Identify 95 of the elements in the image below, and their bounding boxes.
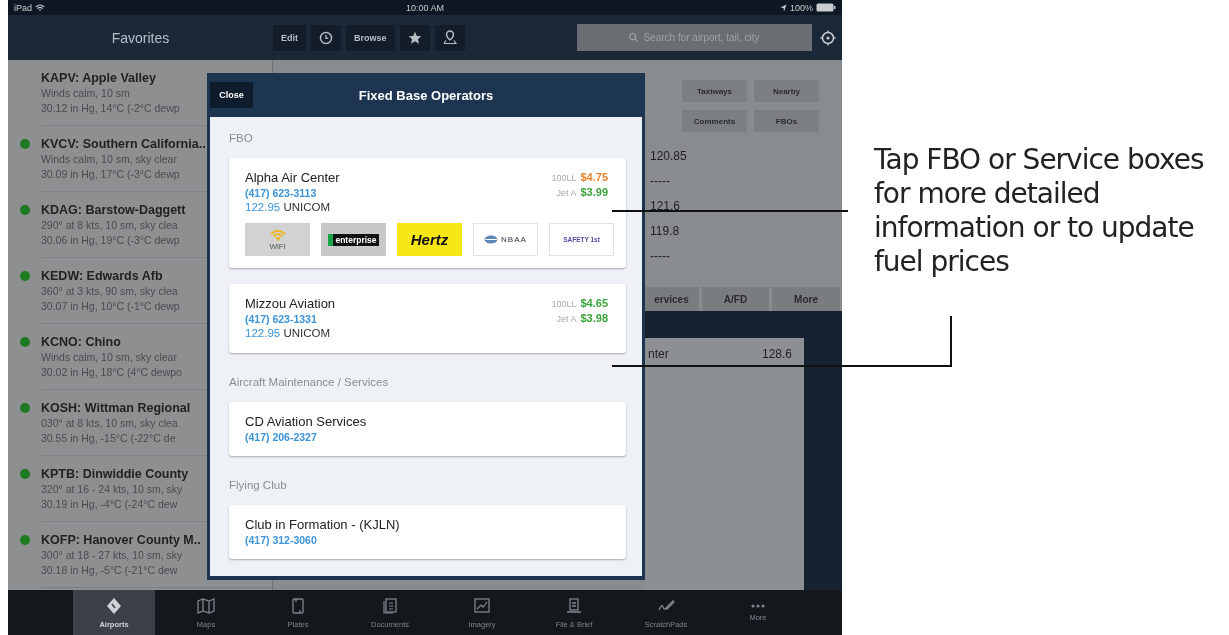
operator-card[interactable]: Mizzou Aviation (417) 623-1331 122.95 UNICOM 100LL $4.65 Jet A $3.98 xyxy=(229,284,626,353)
battery-icon xyxy=(816,3,836,12)
panel-button[interactable]: Taxiways xyxy=(682,80,747,102)
history-button[interactable] xyxy=(311,24,341,51)
documents-icon xyxy=(381,596,399,615)
airport-name[interactable]: KPTB: Dinwiddie County xyxy=(41,466,189,482)
frequency-value: ----- xyxy=(650,173,670,190)
section-heading: FBO xyxy=(229,131,254,146)
frequency-text: 122.95 UNICOM xyxy=(245,200,331,215)
fuel-grade: Jet A xyxy=(556,313,577,326)
frequency-value: 119.8 xyxy=(650,223,680,240)
weather-details: 30.18 in Hg, -5°C (-21°C dew xyxy=(41,563,178,578)
amenity-logo: Hertz xyxy=(397,223,462,256)
frequency-value: 120.85 xyxy=(650,148,687,165)
weather-summary: Winds calm, 10 sm, sky clear xyxy=(41,350,177,365)
section-heading: Aircraft Maintenance / Services xyxy=(229,375,390,390)
frequency-text: 122.95 UNICOM xyxy=(245,326,331,341)
panel-button[interactable]: Nearby xyxy=(754,80,819,102)
fuel-grade: Jet A xyxy=(556,187,577,200)
phone-link[interactable]: (417) 206-2327 xyxy=(245,430,317,444)
list-cell: nter xyxy=(648,347,669,361)
airport-name[interactable]: KOSH: Wittman Regional xyxy=(41,400,191,416)
amenity-logo: enterprise xyxy=(328,233,379,246)
airport-name[interactable]: KVCV: Southern California.. xyxy=(41,136,206,152)
panel-tab[interactable]: More xyxy=(772,287,840,311)
clipboard-icon xyxy=(289,596,307,615)
panel-button[interactable]: Comments xyxy=(682,110,747,132)
nearby-button[interactable] xyxy=(434,24,465,51)
search-icon xyxy=(629,33,639,42)
carrier-label: iPad xyxy=(14,2,32,13)
diamond-icon xyxy=(105,596,123,615)
battery-percent: 100% xyxy=(789,2,813,13)
weather-summary: Winds calm, 10 sm, sky clear xyxy=(41,152,177,167)
airport-name[interactable]: KOFP: Hanover County M.. xyxy=(41,532,201,548)
wifi-icon xyxy=(269,228,286,241)
more-icon xyxy=(751,603,765,608)
location-arrow-icon xyxy=(779,3,787,12)
operator-name: CD Aviation Services xyxy=(245,414,367,430)
airport-name[interactable]: KEDW: Edwards Afb xyxy=(41,268,163,284)
amenity-label: WiFi xyxy=(269,241,286,251)
wifi-icon xyxy=(35,3,45,12)
browse-button[interactable]: Browse xyxy=(346,24,395,51)
dialog-title: Fixed Base Operators xyxy=(357,87,495,103)
operator-name: Mizzou Aviation xyxy=(245,296,336,312)
panel-tab[interactable]: A/FD xyxy=(702,287,769,311)
frequency-value: ----- xyxy=(650,248,670,265)
weather-summary: 320° at 16 - 24 kts, 10 sm, sky xyxy=(41,482,183,497)
map-pin-icon xyxy=(442,30,457,45)
weather-summary: 300° at 18 - 27 kts, 10 sm, sky xyxy=(41,548,183,563)
fuel-price: $3.98 xyxy=(580,311,608,325)
airport-name[interactable]: KCNO: Chino xyxy=(41,334,121,350)
fuel-price: $4.75 xyxy=(580,170,608,184)
panel-tab[interactable]: ervices xyxy=(644,287,699,311)
weather-summary: 360° at 3 kts, 90 sm, sky clea xyxy=(41,284,178,299)
operator-name: Club in Formation - (KJLN) xyxy=(245,517,400,533)
weather-details: 30.09 in Hg, 17°C (-3°C dewp xyxy=(41,167,180,182)
favorites-button[interactable] xyxy=(399,24,430,51)
panel-button[interactable]: FBOs xyxy=(754,110,819,132)
section-heading: Flying Club xyxy=(229,478,288,493)
list-cell: 128.6 xyxy=(761,347,792,361)
panel-title: Favorites xyxy=(110,29,171,46)
fuel-grade: 100LL xyxy=(551,172,577,185)
fuel-price: $4.65 xyxy=(580,296,608,310)
edit-button[interactable]: Edit xyxy=(273,24,306,51)
weather-summary: Winds calm, 10 sm xyxy=(41,86,130,101)
weather-details: 30.02 in Hg, 18°C (4°C dewpo xyxy=(41,365,182,380)
airport-name[interactable]: KAPV: Apple Valley xyxy=(41,70,156,86)
fuel-grade: 100LL xyxy=(551,298,577,311)
phone-link[interactable]: (417) 312-3060 xyxy=(245,533,317,547)
operator-card[interactable]: Club in Formation - (KJLN) (417) 312-3060 xyxy=(229,505,626,559)
phone-link[interactable]: (417) 623-1331 xyxy=(245,312,317,326)
operator-card[interactable]: CD Aviation Services (417) 206-2327 xyxy=(229,402,626,456)
airport-name[interactable]: KDAG: Barstow-Daggett xyxy=(41,202,186,218)
locate-icon[interactable] xyxy=(820,29,836,46)
weather-details: 30.19 in Hg, -4°C (-24°C dew xyxy=(41,497,178,512)
weather-details: 30.12 in Hg, 14°C (-2°C dewp xyxy=(41,101,180,116)
weather-details: 30.06 in Hg, 19°C (-3°C dewp xyxy=(41,233,180,248)
clock-time: 10:00 AM xyxy=(406,2,444,13)
weather-summary: 030° at 8 kts, 10 sm, sky clea xyxy=(41,416,178,431)
operator-name: Alpha Air Center xyxy=(245,170,340,186)
frequency-value: 121.6 xyxy=(650,198,681,215)
fuel-price: $3.99 xyxy=(580,185,608,199)
amenity-label: NBAA xyxy=(501,235,527,244)
weather-details: 30.55 in Hg, -15°C (-22°C de xyxy=(41,431,176,446)
globe-icon xyxy=(484,235,499,244)
chart-icon xyxy=(473,596,491,615)
phone-link[interactable]: (417) 623-3113 xyxy=(245,186,317,200)
star-icon xyxy=(407,30,422,45)
weather-details: 30.07 in Hg, 10°C (-1°C dewp xyxy=(41,299,180,314)
map-icon xyxy=(197,596,215,615)
weather-summary: 290° at 8 kts, 10 sm, sky clea xyxy=(41,218,178,233)
clipboard-icon xyxy=(565,596,583,615)
close-button[interactable]: Close xyxy=(210,82,253,108)
clock-icon xyxy=(319,30,333,45)
annotation-text: Tap FBO or Service boxes for more detailed information or to update fuel prices xyxy=(873,142,1205,280)
